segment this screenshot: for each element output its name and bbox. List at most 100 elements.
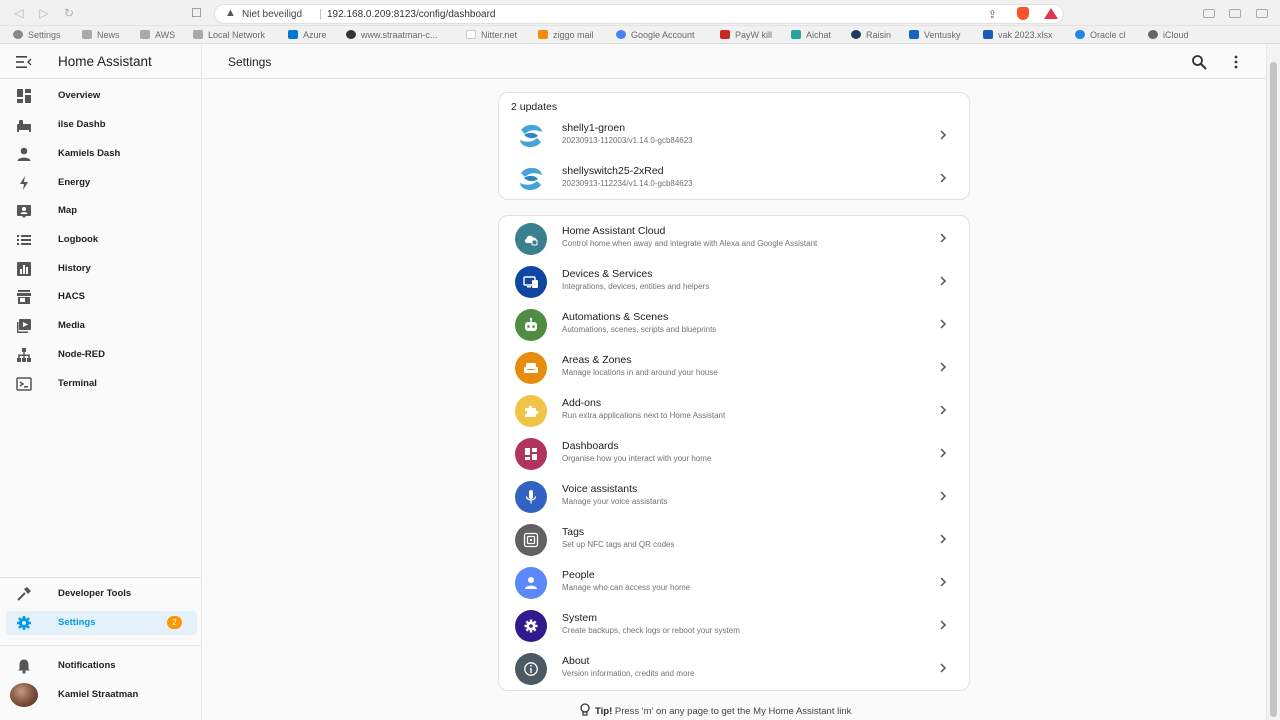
menu-item-about[interactable]: About Version information, credits and m… bbox=[499, 647, 971, 690]
menu-icon-badge bbox=[515, 481, 547, 513]
spreadsheet-icon bbox=[983, 30, 993, 39]
bookmark-payw-kill[interactable]: PayW kill bbox=[720, 29, 772, 42]
sidebar-item-logbook[interactable]: Logbook bbox=[6, 228, 197, 252]
menu-item-desc: Integrations, devices, entities and help… bbox=[562, 282, 710, 291]
cog-icon bbox=[17, 616, 31, 630]
bookmark-google-account[interactable]: Google Account bbox=[616, 29, 695, 42]
reload-icon[interactable]: ↻ bbox=[61, 5, 77, 21]
menu-item-voice-assistants[interactable]: Voice assistants Manage your voice assis… bbox=[499, 475, 971, 518]
google-icon bbox=[616, 30, 626, 39]
update-item[interactable]: shelly1-groen 20230913-112003/v1.14.0-gc… bbox=[499, 114, 971, 157]
bookmark-settings[interactable]: Settings bbox=[13, 29, 61, 42]
sidebar-item-developer-tools[interactable]: Developer Tools bbox=[6, 582, 197, 606]
menu-item-people[interactable]: People Manage who can access your home bbox=[499, 561, 971, 604]
bookmark-ziggo[interactable]: ziggo mail bbox=[538, 29, 594, 42]
puzzle-icon bbox=[525, 405, 539, 417]
sidebar-item-history[interactable]: History bbox=[6, 257, 197, 281]
bookmark-icloud[interactable]: iCloud bbox=[1148, 29, 1189, 42]
menu-item-devices-services[interactable]: Devices & Services Integrations, devices… bbox=[499, 260, 971, 303]
menu-icon-badge bbox=[515, 266, 547, 298]
menu-item-add-ons[interactable]: Add-ons Run extra applications next to H… bbox=[499, 389, 971, 432]
not-secure-label: Niet beveiligd bbox=[242, 9, 303, 20]
bookmark-ventusky[interactable]: Ventusky bbox=[909, 29, 961, 42]
sidebar-item-energy[interactable]: Energy bbox=[6, 171, 197, 195]
menu-item-automations-scenes[interactable]: Automations & Scenes Automations, scenes… bbox=[499, 303, 971, 346]
lightbulb-icon bbox=[580, 703, 590, 716]
sidebar-item-label: Overview bbox=[58, 90, 101, 101]
search-icon[interactable] bbox=[1191, 54, 1207, 70]
sidebar-item-hacs[interactable]: HACS bbox=[6, 285, 197, 309]
app-title: Home Assistant bbox=[58, 54, 152, 69]
url-text[interactable]: 192.168.0.209:8123/config/dashboard bbox=[327, 9, 495, 20]
sidebar-item-overview[interactable]: Overview bbox=[6, 84, 197, 108]
menu-item-title: System bbox=[562, 612, 598, 624]
menu-item-tags[interactable]: Tags Set up NFC tags and QR codes bbox=[499, 518, 971, 561]
menu-icon-badge bbox=[515, 524, 547, 556]
sidebar-item-node-red[interactable]: Node-RED bbox=[6, 343, 197, 367]
menu-item-title: About bbox=[562, 655, 590, 667]
menu-item-desc: Run extra applications next to Home Assi… bbox=[562, 411, 726, 420]
chevron-right-icon bbox=[940, 577, 947, 587]
sidebar-item-kamiels-dash[interactable]: Kamiels Dash bbox=[6, 142, 197, 166]
folder-icon bbox=[82, 30, 92, 39]
wallet-icon[interactable] bbox=[1229, 9, 1241, 18]
menu-icon-badge bbox=[515, 309, 547, 341]
raisin-icon bbox=[851, 30, 861, 39]
chevron-right-icon bbox=[940, 173, 947, 183]
forward-icon[interactable]: ▷ bbox=[36, 5, 52, 21]
sidebar-item-settings[interactable]: Settings 2 bbox=[6, 611, 197, 635]
bookmark-straatman[interactable]: www.straatman-c... bbox=[346, 29, 438, 42]
sidebar-item-label: History bbox=[58, 263, 91, 274]
view-dashboard-icon bbox=[17, 89, 31, 103]
back-icon[interactable]: ◁ bbox=[11, 5, 27, 21]
sidebar-item-map[interactable]: Map bbox=[6, 199, 197, 223]
chevron-right-icon bbox=[940, 491, 947, 501]
sidebar-item-notifications[interactable]: Notifications bbox=[6, 654, 197, 678]
sidebar-item-label: HACS bbox=[58, 291, 85, 302]
address-bar[interactable]: ▲ Niet beveiligd | 192.168.0.209:8123/co… bbox=[214, 4, 1064, 24]
sitemap-icon bbox=[17, 348, 31, 362]
menu-icon[interactable] bbox=[1256, 9, 1268, 18]
bookmark-oracle[interactable]: Oracle cl bbox=[1075, 29, 1126, 42]
scrollbar[interactable] bbox=[1266, 44, 1280, 720]
menu-item-desc: Manage your voice assistants bbox=[562, 497, 668, 506]
bookmark-aws[interactable]: AWS bbox=[140, 29, 175, 42]
bookmark-raisin[interactable]: Raisin bbox=[851, 29, 891, 42]
sidebar-toggle-icon[interactable] bbox=[1203, 9, 1215, 18]
information-icon bbox=[524, 662, 538, 676]
sidebar-item-label: ilse Dashb bbox=[58, 119, 106, 130]
sidebar-divider bbox=[0, 645, 202, 646]
update-version: 20230913-112234/v1.14.0-gcb84623 bbox=[562, 179, 693, 188]
update-item[interactable]: shellyswitch25-2xRed 20230913-112234/v1.… bbox=[499, 157, 971, 200]
sidebar-item-profile[interactable]: Kamiel Straatman bbox=[6, 683, 197, 707]
menu-open-icon[interactable] bbox=[16, 56, 32, 68]
bookmark-aichat[interactable]: Aichat bbox=[791, 29, 831, 42]
menu-item-title: Tags bbox=[562, 526, 585, 538]
scrollbar-thumb[interactable] bbox=[1270, 62, 1277, 717]
shelly-logo-icon bbox=[520, 167, 542, 191]
bookmark-news[interactable]: News bbox=[82, 29, 120, 42]
dots-vertical-icon[interactable] bbox=[1230, 54, 1242, 70]
share-icon[interactable]: ⇪ bbox=[988, 8, 997, 21]
sidebar-item-media[interactable]: Media bbox=[6, 314, 197, 338]
chevron-right-icon bbox=[940, 534, 947, 544]
menu-item-home-assistant-cloud[interactable]: Home Assistant Cloud Control home when a… bbox=[499, 217, 971, 260]
menu-item-title: Dashboards bbox=[562, 440, 619, 452]
brave-rewards-icon[interactable] bbox=[1044, 8, 1058, 19]
menu-item-system[interactable]: System Create backups, check logs or reb… bbox=[499, 604, 971, 647]
bookmark-nitter[interactable]: Nitter.net bbox=[466, 29, 517, 42]
bookmark-local-network[interactable]: Local Network bbox=[193, 29, 265, 42]
bookmark-vak-xlsx[interactable]: vak 2023.xlsx bbox=[983, 29, 1053, 42]
sidebar-item-terminal[interactable]: Terminal bbox=[6, 372, 197, 396]
browser-toolbar: ◁ ▷ ↻ ☐ ▲ Niet beveiligd | 192.168.0.209… bbox=[0, 0, 1280, 26]
settings-badge: 2 bbox=[167, 616, 182, 629]
bookmark-icon[interactable]: ☐ bbox=[191, 6, 203, 20]
bookmark-azure[interactable]: Azure bbox=[288, 29, 327, 42]
menu-item-title: Voice assistants bbox=[562, 483, 638, 495]
menu-item-areas-zones[interactable]: Areas & Zones Manage locations in and ar… bbox=[499, 346, 971, 389]
brave-shields-icon[interactable] bbox=[1017, 7, 1029, 20]
account-icon bbox=[17, 147, 31, 161]
settings-menu-card: Home Assistant Cloud Control home when a… bbox=[498, 215, 970, 691]
sidebar-item-ilse-dashb[interactable]: ilse Dashb bbox=[6, 113, 197, 137]
menu-item-dashboards[interactable]: Dashboards Organise how you interact wit… bbox=[499, 432, 971, 475]
